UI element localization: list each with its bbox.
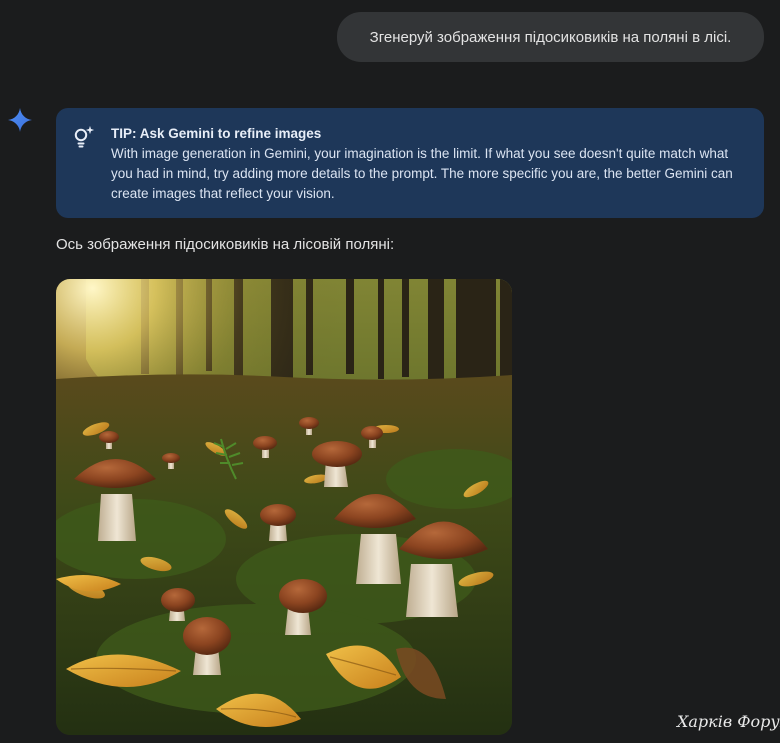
user-message-bubble: Згенеруй зображення підосиковиків на пол… — [337, 12, 764, 62]
tip-card: TIP: Ask Gemini to refine images With im… — [56, 108, 764, 218]
user-message-text: Згенеруй зображення підосиковиків на пол… — [369, 28, 732, 46]
tip-body: With image generation in Gemini, your im… — [111, 146, 733, 201]
lightbulb-sparkle-icon — [71, 125, 95, 149]
generated-image[interactable] — [56, 279, 512, 735]
response-text: Ось зображення підосиковиків на лісовій … — [56, 236, 395, 253]
tip-text: TIP: Ask Gemini to refine images With im… — [111, 124, 751, 204]
tip-title: TIP: Ask Gemini to refine images — [111, 126, 322, 141]
watermark-text: Харків Форум — [677, 712, 780, 731]
gemini-spark-icon — [8, 108, 32, 132]
